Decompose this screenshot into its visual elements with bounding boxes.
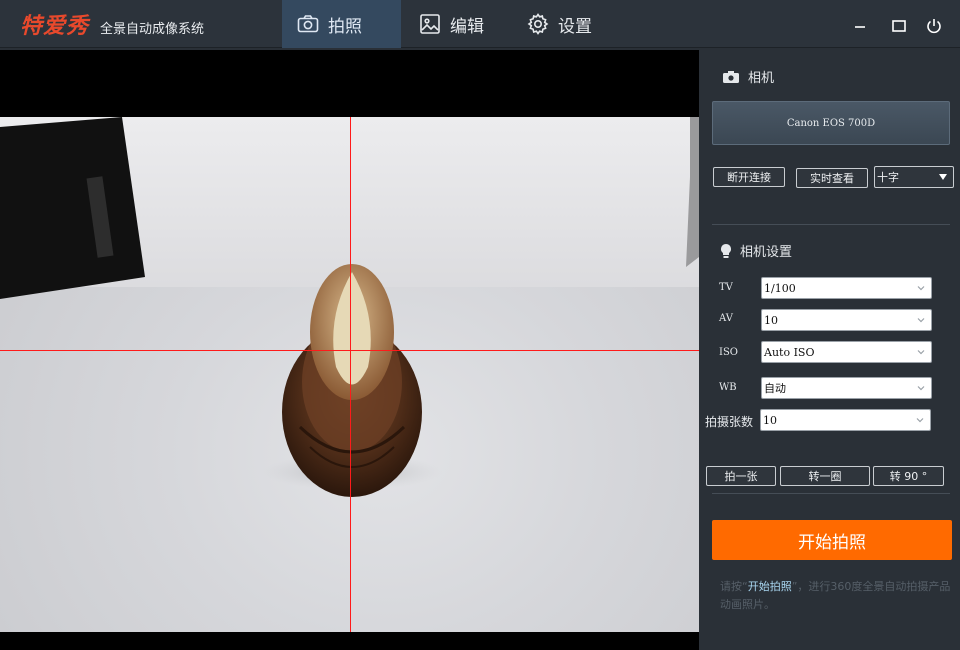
camera-section-header: 相机 [722, 67, 774, 86]
divider [712, 493, 950, 494]
camera-model-display[interactable]: Canon EOS 700D [712, 101, 950, 145]
iso-select[interactable]: Auto ISO [761, 341, 932, 363]
crosshair-vertical [350, 117, 351, 632]
power-icon [927, 19, 941, 34]
divider [712, 224, 950, 225]
start-shooting-button[interactable]: 开始拍照 [712, 520, 952, 560]
chevron-down-icon [917, 350, 925, 355]
minimize-button[interactable] [850, 16, 870, 36]
lightbulb-icon [721, 243, 731, 258]
shoot-one-button[interactable]: 拍一张 [706, 466, 776, 486]
control-panel: 相机 Canon EOS 700D 断开连接 实时查看 十字 相机设置 TV 1… [700, 50, 960, 650]
power-button[interactable] [924, 16, 944, 36]
wb-select[interactable]: 自动 [761, 377, 932, 399]
hint-keyword: 开始拍照 [747, 580, 792, 593]
rotate-90-button[interactable]: 转 90 ° [873, 466, 944, 486]
wb-value: 自动 [764, 382, 786, 395]
live-preview[interactable] [0, 50, 699, 650]
black-panel [0, 117, 145, 299]
app-subtitle: 全景自动成像系统 [100, 22, 205, 37]
tab-photo-label: 拍照 [328, 16, 362, 37]
disconnect-button[interactable]: 断开连接 [713, 167, 785, 187]
tab-settings-label: 设置 [558, 16, 592, 37]
crosshair-horizontal [0, 350, 699, 351]
maximize-icon [892, 20, 906, 32]
title-bar: 特爱秀 全景自动成像系统 拍照 编辑 设置 [0, 0, 960, 48]
hint-prefix: 请按“ [720, 580, 748, 593]
hint-text: 请按“开始拍照”，进行360度全景自动拍摄产品动画照片。 [720, 578, 952, 614]
tv-label: TV [719, 282, 733, 293]
camera-section-title: 相机 [748, 71, 775, 86]
chevron-down-icon [917, 386, 925, 391]
image-edit-icon [420, 14, 440, 34]
wb-label: WB [719, 382, 737, 393]
edge-object [686, 117, 699, 267]
shot-count-value: 10 [763, 413, 777, 427]
settings-section-title: 相机设置 [740, 245, 793, 260]
av-value: 10 [764, 313, 778, 327]
rotate-circle-button[interactable]: 转一圈 [780, 466, 870, 486]
triangle-down-icon [939, 174, 947, 180]
tab-photo[interactable]: 拍照 [282, 0, 401, 48]
shot-count-select[interactable]: 10 [760, 409, 931, 431]
tv-select[interactable]: 1/100 [761, 277, 932, 299]
minimize-icon [855, 26, 865, 28]
settings-section-header: 相机设置 [720, 241, 792, 260]
chevron-down-icon [917, 286, 925, 291]
shot-count-label: 拍摄张数 [705, 415, 754, 429]
app-logo: 特爱秀 [20, 13, 90, 39]
preview-photo [0, 117, 699, 632]
tab-edit-label: 编辑 [450, 16, 484, 37]
overlay-select[interactable]: 十字 [874, 166, 954, 188]
maximize-button[interactable] [889, 16, 909, 36]
liveview-button[interactable]: 实时查看 [796, 168, 868, 188]
av-label: AV [719, 313, 733, 324]
overlay-select-value: 十字 [877, 171, 899, 184]
tv-value: 1/100 [764, 281, 796, 295]
camera-icon [723, 70, 739, 83]
iso-label: ISO [719, 347, 738, 358]
chevron-down-icon [917, 318, 925, 323]
gear-icon [527, 13, 549, 35]
camera-icon [297, 15, 319, 33]
iso-value: Auto ISO [764, 345, 815, 359]
av-select[interactable]: 10 [761, 309, 932, 331]
tab-edit[interactable]: 编辑 [404, 0, 498, 48]
chevron-down-icon [916, 418, 924, 423]
tab-settings[interactable]: 设置 [512, 0, 606, 48]
